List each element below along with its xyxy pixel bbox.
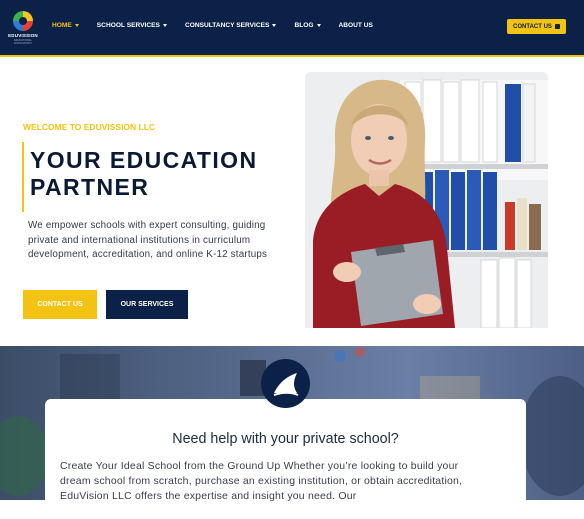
logo-mark [13, 11, 33, 31]
nav-label: SCHOOL SERVICES [96, 22, 160, 29]
shark-fin-icon [261, 359, 310, 408]
badge-graphic [273, 373, 299, 396]
calendar-icon [554, 24, 560, 29]
chevron-down-icon [272, 24, 277, 27]
title-accent-bar [22, 142, 24, 212]
nav-label: HOME [52, 22, 72, 29]
hero-title: YOUR EDUCATION PARTNER [30, 147, 258, 200]
brand-name: EDUVISSION [8, 33, 38, 38]
chevron-down-icon [162, 24, 167, 27]
nav-label: CONSULTANCY SERVICES [184, 22, 270, 29]
nav-item-school-services[interactable]: SCHOOL SERVICES [97, 22, 167, 29]
hero-welcome: WELCOME TO EDUVISSION LLC [23, 122, 156, 132]
contact-us-button[interactable]: CONTACT US [23, 290, 97, 319]
hero-image [305, 72, 548, 328]
teacher-photo [305, 72, 548, 328]
nav-label: BLOG [294, 22, 314, 29]
site-header: EDUVISSION EDUCATIONAL CONSULTANCY HOME … [0, 0, 584, 57]
hero-description: We empower schools with expert consultin… [28, 220, 268, 261]
chevron-down-icon [74, 24, 79, 27]
brand-logo[interactable]: EDUVISSION EDUCATIONAL CONSULTANCY [8, 11, 38, 45]
header-contact-label: CONTACT US [513, 23, 552, 30]
main-nav: HOME SCHOOL SERVICES CONSULTANCY SERVICE… [52, 22, 391, 29]
nav-item-home[interactable]: HOME [52, 22, 79, 29]
nav-item-about-us[interactable]: ABOUT US [339, 22, 373, 29]
chevron-down-icon [316, 24, 321, 27]
section-text: Create Your Ideal School from the Ground… [60, 460, 463, 502]
nav-label: ABOUT US [338, 22, 373, 29]
brand-tagline: EDUCATIONAL CONSULTANCY [13, 39, 33, 45]
our-services-button[interactable]: OUR SERVICES [106, 290, 188, 319]
nav-item-blog[interactable]: BLOG [294, 22, 321, 29]
header-contact-button[interactable]: CONTACT US [507, 19, 566, 34]
nav-item-consultancy-services[interactable]: CONSULTANCY SERVICES [185, 22, 277, 29]
section-title: Need help with your private school? [172, 431, 399, 447]
